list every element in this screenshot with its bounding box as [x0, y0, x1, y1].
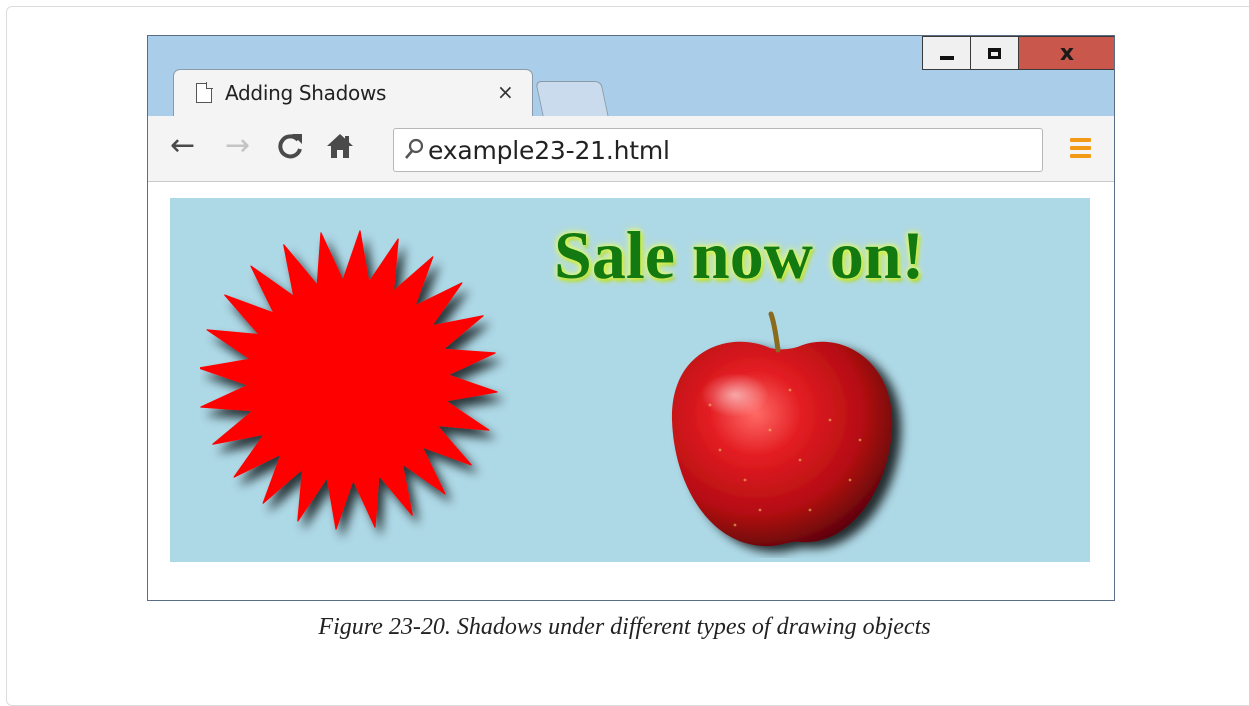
- toolbar: ← → example23-21.html: [148, 116, 1114, 182]
- page-content: Sale now on!: [148, 182, 1114, 600]
- search-icon: [404, 138, 424, 166]
- reload-icon[interactable]: [276, 131, 304, 167]
- minimize-button[interactable]: [922, 36, 970, 70]
- sale-headline: Sale now on!: [554, 217, 925, 293]
- maximize-icon: [988, 47, 1001, 59]
- back-arrow-icon[interactable]: ←: [170, 131, 195, 161]
- forward-arrow-icon[interactable]: →: [225, 131, 250, 161]
- title-bar: Adding Shadows × x: [148, 36, 1114, 118]
- starburst-shape: [200, 230, 498, 530]
- tab-adding-shadows[interactable]: Adding Shadows ×: [173, 69, 533, 117]
- page-icon: [196, 82, 213, 103]
- window-close-button[interactable]: x: [1018, 36, 1114, 70]
- menu-icon[interactable]: [1070, 138, 1091, 162]
- home-icon[interactable]: [325, 131, 355, 167]
- url-text: example23-21.html: [428, 136, 670, 165]
- figure-caption: Figure 23-20. Shadows under different ty…: [318, 614, 931, 640]
- new-tab-button[interactable]: [535, 81, 609, 117]
- tab-close-button[interactable]: ×: [497, 80, 514, 104]
- maximize-button[interactable]: [970, 36, 1018, 70]
- tab-title: Adding Shadows: [225, 81, 387, 105]
- browser-window: Adding Shadows × x ← → example23-21.html…: [147, 35, 1115, 601]
- address-bar[interactable]: example23-21.html: [393, 128, 1043, 172]
- drawing-canvas: Sale now on!: [170, 198, 1090, 562]
- minimize-icon: [939, 56, 954, 60]
- apple-image: [671, 311, 893, 547]
